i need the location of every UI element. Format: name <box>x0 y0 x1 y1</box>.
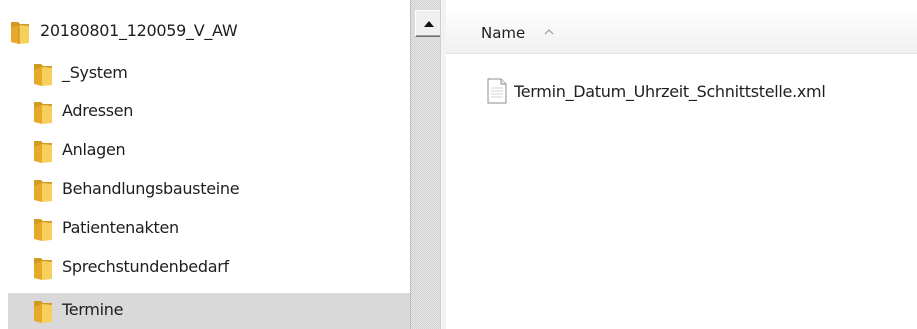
tree-item-label: Sprechstundenbedarf <box>62 257 229 276</box>
folder-icon <box>34 219 52 241</box>
tree-item-adressen[interactable]: Adressen <box>0 95 410 129</box>
tree-item-system[interactable]: _System <box>0 57 410 91</box>
column-header-name[interactable]: Name <box>446 14 917 54</box>
tree-scrollbar[interactable] <box>410 0 440 329</box>
folder-icon <box>34 141 52 163</box>
file-row[interactable]: Termin_Datum_Uhrzeit_Schnittstelle.xml <box>486 76 826 106</box>
tree-item-label: Anlagen <box>62 140 126 159</box>
folder-tree: 20180801_120059_V_AW _System Adressen An… <box>0 0 410 329</box>
tree-item-label: Adressen <box>62 101 134 120</box>
tree-item-label: 20180801_120059_V_AW <box>40 21 238 40</box>
folder-icon <box>34 258 52 280</box>
tree-item-termine[interactable]: Termine <box>8 293 410 329</box>
tree-item-anlagen[interactable]: Anlagen <box>0 134 410 168</box>
file-list-pane: Name Termin_Datum_Uhrzeit_Schnittstelle.… <box>446 0 917 329</box>
column-header-label: Name <box>481 24 526 42</box>
folder-icon <box>34 301 52 323</box>
tree-item-label: Behandlungsbausteine <box>62 179 240 198</box>
tree-item-label: _System <box>62 63 128 82</box>
tree-item-label: Patientenakten <box>62 218 179 237</box>
scroll-up-button[interactable] <box>415 10 442 37</box>
tree-item-sprechstundenbedarf[interactable]: Sprechstundenbedarf <box>0 251 410 285</box>
tree-item-patientenakten[interactable]: Patientenakten <box>0 212 410 246</box>
tree-item-behandlungsbausteine[interactable]: Behandlungsbausteine <box>0 173 410 207</box>
folder-icon <box>11 22 29 44</box>
folder-icon <box>34 180 52 202</box>
folder-icon <box>34 64 52 86</box>
xml-file-icon <box>487 78 507 104</box>
explorer-window: 20180801_120059_V_AW _System Adressen An… <box>0 0 917 329</box>
tree-item-label: Termine <box>62 300 124 319</box>
folder-icon <box>34 102 52 124</box>
sort-ascending-icon <box>544 29 554 35</box>
file-name: Termin_Datum_Uhrzeit_Schnittstelle.xml <box>514 81 826 101</box>
tree-item-root[interactable]: 20180801_120059_V_AW <box>0 15 410 49</box>
triangle-up-icon <box>423 20 434 27</box>
